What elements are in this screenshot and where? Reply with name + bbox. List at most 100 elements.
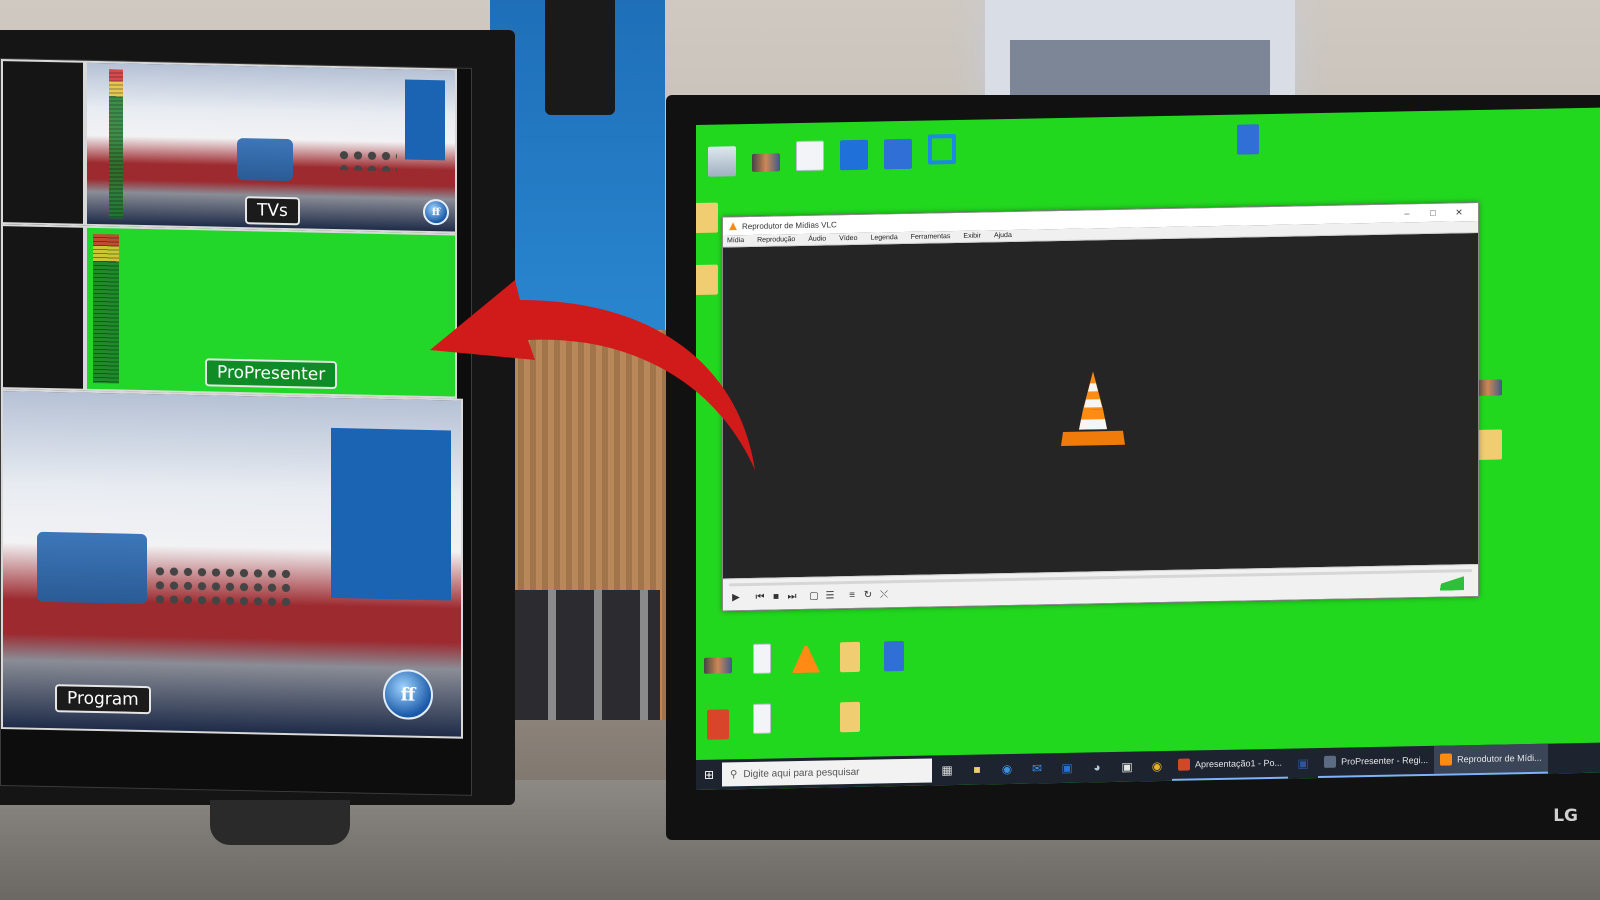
search-placeholder: Digite aqui para pesquisar — [743, 766, 860, 780]
file-icon — [884, 138, 912, 170]
taskbar-app-propresenter[interactable]: ProPresenter - Regi... — [1318, 745, 1435, 779]
folder-icon — [696, 264, 718, 296]
windows-start-icon[interactable]: ⊞ — [696, 760, 722, 790]
sync-icon — [928, 134, 956, 165]
desktop-icon-vlc[interactable] — [784, 642, 828, 673]
audio-meter — [93, 233, 119, 384]
taskbar-app-label: Apresentação1 - Po... — [1195, 757, 1283, 770]
menu-ferramentas[interactable]: Ferramentas — [911, 233, 951, 241]
taskbar-app-vlc[interactable]: Reprodutor de Mídi... — [1434, 743, 1548, 776]
maximize-icon[interactable]: □ — [1420, 208, 1446, 218]
desktop-icon-powerpoint[interactable] — [696, 709, 740, 740]
vlc-video-area[interactable] — [723, 233, 1478, 579]
fullscreen-icon[interactable]: ▢ — [807, 590, 821, 604]
desktop-icon-document[interactable] — [788, 140, 832, 172]
next-icon[interactable]: ⏭ — [785, 590, 799, 604]
church-logo-badge: ff — [383, 669, 433, 721]
outlook-icon[interactable]: ▣ — [1052, 753, 1082, 784]
volume-slider[interactable] — [1418, 576, 1464, 591]
shortcut-icon — [792, 713, 820, 744]
windows-desktop: Reprodutor de Mídias VLC – □ ✕ Mídia Rep… — [696, 107, 1600, 790]
menu-legenda[interactable]: Legenda — [870, 234, 897, 242]
menu-exibir[interactable]: Exibir — [963, 233, 981, 240]
play-icon[interactable]: ▶ — [729, 591, 743, 605]
file-explorer-icon[interactable]: ■ — [962, 754, 992, 785]
left-monitor-stand — [210, 800, 350, 845]
shuffle-icon[interactable]: ⤬ — [877, 588, 891, 602]
image-icon — [704, 657, 732, 674]
desktop-icon-doc-3[interactable] — [740, 703, 784, 734]
church-logo-badge: ff — [423, 198, 449, 226]
desktop-icon-file[interactable] — [876, 138, 920, 170]
drum-kit — [153, 564, 293, 608]
left-monitor: TVs ff ProPresenter Program ff — [0, 30, 515, 845]
menu-midia[interactable]: Mídia — [727, 237, 744, 244]
edge-icon[interactable]: ◕ — [1082, 752, 1112, 783]
chrome-icon[interactable]: ◉ — [1142, 751, 1172, 782]
menu-video[interactable]: Vídeo — [839, 235, 857, 242]
document-icon — [796, 140, 824, 172]
multiviewer-tile-empty-2 — [1, 224, 85, 391]
desktop-icon-photo[interactable] — [696, 649, 740, 674]
folder-icon — [840, 701, 860, 733]
tile-label-tvs: TVs — [245, 196, 300, 226]
document-icon — [753, 703, 771, 734]
titlebar-spacer — [837, 214, 1394, 225]
menu-audio[interactable]: Áudio — [808, 236, 826, 243]
taskbar-app-label: Reprodutor de Mídi... — [1457, 752, 1542, 765]
desktop-icon-folder-3[interactable] — [828, 641, 872, 673]
projection-screen — [985, 0, 1295, 105]
vlc-window[interactable]: Reprodutor de Mídias VLC – □ ✕ Mídia Rep… — [722, 201, 1479, 612]
stage-logo — [237, 137, 293, 182]
taskbar-app-powerpoint[interactable]: Apresentação1 - Po... — [1172, 748, 1289, 781]
windows-taskbar: ⊞ ⚲ Digite aqui para pesquisar ▦ ■ ◉ ✉ ▣… — [696, 742, 1600, 790]
stop-icon[interactable]: ■ — [769, 590, 783, 604]
desktop-icon-recycle-bin[interactable] — [700, 146, 744, 177]
stage-wall — [331, 427, 451, 601]
vlc-icon — [729, 222, 737, 230]
desktop-icon-shortcut[interactable] — [744, 145, 788, 172]
taskbar-search-box[interactable]: ⚲ Digite aqui para pesquisar — [722, 758, 932, 787]
multiviewer-tile-propresenter: ProPresenter — [85, 225, 457, 399]
taskbar-app-label: ProPresenter - Regi... — [1341, 754, 1429, 767]
menu-reproducao[interactable]: Reprodução — [757, 236, 795, 244]
playlist-icon[interactable]: ≡ — [845, 589, 859, 603]
vlc-window-title: Reprodutor de Mídias VLC — [742, 219, 837, 231]
desktop-icon-dropbox[interactable] — [832, 139, 876, 171]
close-icon[interactable]: ✕ — [1446, 207, 1472, 218]
desktop-icon-shortcut-4[interactable] — [872, 711, 916, 742]
folder-icon — [696, 202, 718, 234]
multiviewer-tile-tvs: TVs ff — [85, 60, 457, 234]
previous-icon[interactable]: ⏮ — [753, 591, 767, 605]
mail-icon[interactable]: ✉ — [1022, 753, 1052, 784]
excel-icon[interactable]: ▣ — [1112, 751, 1142, 782]
powerpoint-icon — [1178, 758, 1190, 771]
vlc-cone-icon — [1061, 371, 1125, 446]
desktop-icon-sync[interactable] — [920, 134, 964, 165]
auditorium-chairs — [510, 590, 660, 720]
desktop-icon-folder-4[interactable] — [828, 701, 872, 733]
propresenter-icon — [1324, 755, 1337, 768]
shortcut-icon — [880, 711, 908, 742]
tile-label-propresenter: ProPresenter — [205, 358, 338, 390]
word-icon[interactable]: ▣ — [1288, 748, 1318, 779]
menu-ajuda[interactable]: Ajuda — [994, 232, 1012, 239]
shortcut-icon — [752, 153, 780, 172]
loop-icon[interactable]: ↻ — [861, 589, 875, 603]
drum-kit — [337, 148, 397, 172]
teamviewer-icon[interactable]: ◉ — [992, 754, 1022, 785]
search-icon: ⚲ — [730, 768, 738, 780]
folder-icon — [840, 641, 860, 673]
desktop-icon-shortcut-3[interactable] — [784, 712, 828, 743]
desktop-icon-doc-2[interactable] — [740, 643, 784, 674]
tile-label-program: Program — [55, 684, 151, 715]
task-view-icon[interactable]: ▦ — [932, 755, 962, 786]
desktop-icon-file-3[interactable] — [872, 641, 916, 672]
multiviewer-tile-program: Program ff — [1, 389, 463, 739]
stage-wall — [405, 79, 445, 161]
minimize-icon[interactable]: – — [1394, 208, 1420, 218]
desktop-icon-file-2[interactable] — [1226, 124, 1270, 155]
recycle-bin-icon — [708, 146, 736, 177]
dropbox-icon — [840, 139, 868, 171]
extended-settings-icon[interactable]: ☰ — [823, 589, 837, 603]
